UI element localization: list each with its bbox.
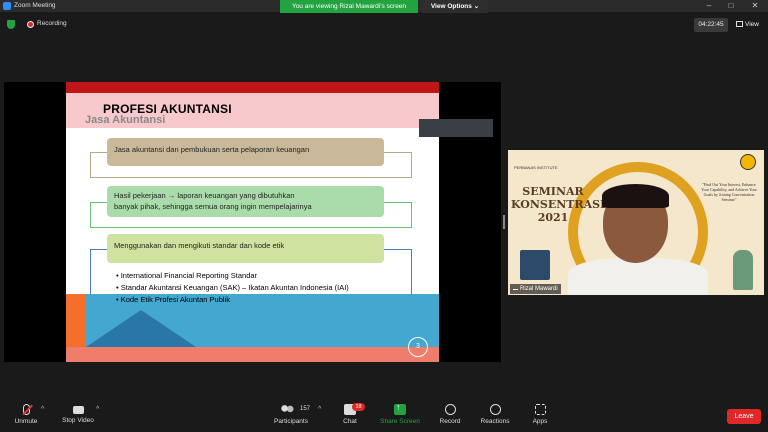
participants-label: Participants [274, 418, 308, 425]
view-label: View [745, 21, 759, 28]
slide-box-3: Menggunakan dan mengikuti standar dan ko… [107, 234, 384, 263]
slide-bottom-band [66, 347, 439, 362]
slide-bottom-triangle [86, 310, 196, 347]
slide-page-number: 3 [408, 337, 428, 357]
reactions-label: Reactions [480, 418, 510, 425]
unmute-button[interactable]: Unmute [12, 404, 40, 425]
window-title: Zoom Meeting [14, 2, 56, 9]
institute-logo-text: PERBANAS INSTITUTE [514, 165, 558, 170]
share-screen-label: Share Screen [380, 418, 420, 425]
seminar-line1: SEMINAR [522, 185, 584, 198]
record-button[interactable]: Record [437, 404, 463, 425]
video-camera-icon [72, 406, 84, 414]
bullet-item: Standar Akuntansi Keuangan (SAK) – Ikata… [116, 282, 349, 294]
seminar-line2: KONSENTRASI [511, 198, 606, 211]
view-options-button[interactable]: View Options ⌄ [422, 0, 488, 13]
grid-icon [736, 21, 743, 27]
view-options-label: View Options [430, 3, 472, 10]
chat-label: Chat [343, 418, 357, 425]
recording-icon [27, 21, 34, 28]
event-badge-icon [740, 154, 756, 170]
meeting-timer: 04:22:45 [694, 18, 728, 32]
box1-text: Jasa akuntansi dan pembukuan serta pelap… [114, 145, 310, 154]
slide-box-1: Jasa akuntansi dan pembukuan serta pelap… [107, 138, 384, 166]
bullet-item: International Financial Reporting Standa… [116, 270, 349, 282]
stop-video-label: Stop Video [62, 417, 94, 424]
participants-icon [279, 404, 295, 415]
slide-top-bar [66, 82, 439, 93]
view-button[interactable]: View [736, 18, 764, 32]
chart-illustration [520, 250, 550, 280]
close-icon[interactable]: ✕ [744, 0, 766, 12]
participant-count: 157 [300, 406, 311, 412]
seminar-tagline: "Find Out Your Interest, Enhance Your Ca… [701, 182, 757, 202]
split-view-divider[interactable] [503, 215, 505, 229]
reactions-button[interactable]: Reactions [479, 404, 511, 425]
box2-line2: banyak pihak, sehingga semua orang ingin… [114, 202, 312, 211]
leave-button[interactable]: Leave [727, 409, 761, 424]
slide-box-2: Hasil pekerjaan → laporan keuangan yang … [107, 186, 384, 217]
maximize-icon[interactable]: □ [720, 0, 742, 12]
share-screen-button[interactable]: Share Screen [378, 402, 422, 425]
share-screen-icon [394, 402, 406, 415]
presentation-slide: Jasa Akuntansi PROFESI AKUNTANSI Jasa ak… [66, 82, 439, 362]
chat-unread-badge: 18 [352, 403, 365, 411]
record-icon [444, 404, 456, 415]
unmute-label: Unmute [14, 418, 38, 425]
bullet-item: Kode Etik Profesi Akuntan Publik [116, 294, 349, 306]
zoom-app-icon [3, 2, 11, 10]
record-label: Record [439, 418, 461, 425]
box2-line1: Hasil pekerjaan → laporan keuangan yang … [114, 191, 295, 200]
encryption-shield-icon[interactable] [7, 20, 15, 29]
reactions-icon [489, 404, 501, 415]
video-options-chevron[interactable]: ^ [96, 406, 99, 413]
seminar-title: SEMINAR KONSENTRASI 2021 [511, 185, 606, 224]
signal-icon [513, 285, 518, 290]
stop-video-button[interactable]: Stop Video [60, 404, 96, 424]
apps-icon [534, 404, 546, 415]
participant-name: Rizal Mawardi [520, 286, 558, 292]
apps-label: Apps [532, 418, 548, 425]
box3-text: Menggunakan dan mengikuti standar dan ko… [114, 241, 285, 250]
audio-options-chevron[interactable]: ^ [41, 406, 44, 413]
slide-bullet-list: International Financial Reporting Standa… [116, 270, 349, 306]
participants-options-chevron[interactable]: ^ [318, 406, 321, 413]
plant-illustration [733, 250, 753, 290]
participant-name-tag: Rizal Mawardi [510, 284, 561, 294]
participant-hair [602, 184, 669, 208]
participant-video[interactable]: PERBANAS INSTITUTE SEMINAR KONSENTRASI 2… [508, 150, 764, 295]
viewing-screen-banner: You are viewing Rizal Mawardi's screen [280, 0, 418, 13]
slide-bottom-orange [66, 294, 86, 347]
slide-title: PROFESI AKUNTANSI [103, 102, 232, 116]
seminar-line3: 2021 [537, 211, 569, 224]
muted-mic-icon [22, 404, 30, 415]
recording-label: Recording [37, 20, 67, 27]
participant-body [568, 258, 708, 295]
minimize-icon[interactable]: – [698, 0, 720, 12]
apps-button[interactable]: Apps [530, 404, 550, 425]
presenter-overlay-box [419, 119, 493, 137]
